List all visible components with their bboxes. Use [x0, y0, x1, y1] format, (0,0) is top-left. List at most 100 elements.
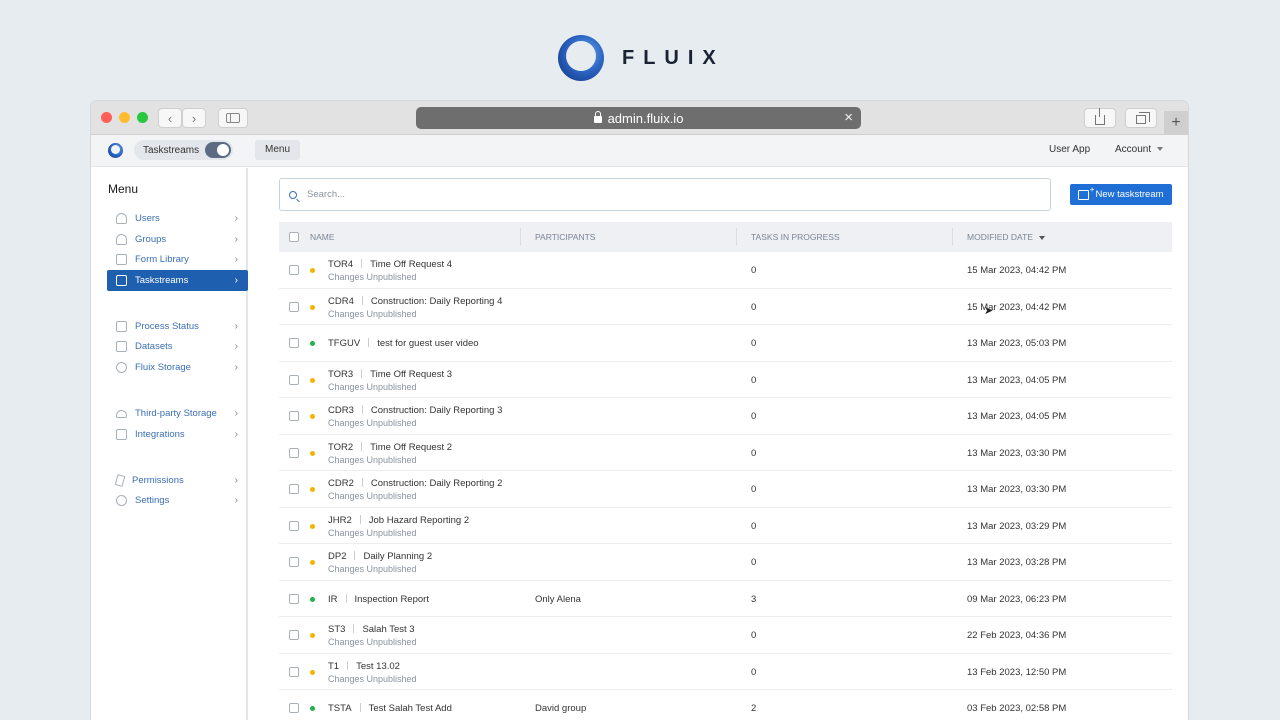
table-row[interactable]: TOR4 Time Off Request 4 Changes Unpublish… — [279, 252, 1172, 289]
search-input[interactable]: Search... — [279, 178, 1051, 211]
taskstream-code: TOR4 — [328, 259, 354, 270]
toggle-switch[interactable] — [205, 142, 231, 158]
close-window-button[interactable] — [101, 112, 112, 123]
taskstream-name-cell[interactable]: TOR4 Time Off Request 4 Changes Unpublish… — [328, 259, 452, 282]
tasks-in-progress-cell: 0 — [751, 666, 757, 678]
sidebar-item-datasets[interactable]: Datasets › — [107, 336, 248, 357]
row-checkbox[interactable] — [289, 374, 299, 385]
tab-overview-button[interactable] — [1125, 108, 1157, 128]
user-app-link[interactable]: User App — [1049, 144, 1090, 155]
sidebar-item-users[interactable]: Users › — [107, 208, 248, 229]
column-header-modified[interactable]: MODIFIED DATE — [967, 232, 1045, 242]
taskstream-name-cell[interactable]: TOR2 Time Off Request 2 Changes Unpublish… — [328, 441, 452, 465]
table-row[interactable]: CDR4 Construction: Daily Reporting 4 Chan… — [279, 289, 1172, 325]
taskstream-name-cell[interactable]: CDR4 Construction: Daily Reporting 4 Chan… — [328, 295, 502, 319]
taskstream-name-cell[interactable]: IR Inspection Report — [328, 593, 429, 605]
sidebar-item-groups[interactable]: Groups › — [107, 229, 248, 250]
table-row[interactable]: T1 Test 13.02 Changes Unpublished 0 13 Fe… — [279, 654, 1172, 690]
row-checkbox[interactable] — [289, 557, 299, 567]
taskstream-code: JHR2 — [328, 514, 352, 526]
minimize-window-button[interactable] — [119, 112, 130, 123]
select-all-checkbox[interactable] — [289, 232, 299, 242]
maximize-window-button[interactable] — [137, 112, 148, 123]
row-checkbox[interactable] — [289, 520, 299, 531]
table-row[interactable]: TOR2 Time Off Request 2 Changes Unpublish… — [279, 435, 1172, 471]
taskstream-status-text: Changes Unpublished — [328, 381, 417, 392]
sidebar-toggle-button[interactable] — [218, 108, 248, 128]
table-row[interactable]: CDR2 Construction: Daily Reporting 2 Chan… — [279, 471, 1172, 508]
taskstream-name-cell[interactable]: DP2 Daily Planning 2 Changes Unpublished — [328, 551, 432, 574]
account-menu[interactable]: Account — [1115, 144, 1164, 155]
row-checkbox[interactable] — [289, 703, 299, 713]
menu-button[interactable]: Menu — [255, 140, 301, 160]
row-checkbox[interactable] — [289, 411, 299, 421]
sidebar-item-process-status[interactable]: Process Status › — [107, 316, 248, 337]
table-row[interactable]: CDR3 Construction: Daily Reporting 3 Chan… — [279, 398, 1172, 435]
table-row[interactable]: DP2 Daily Planning 2 Changes Unpublished … — [279, 544, 1172, 581]
chevron-right-icon: › — [234, 362, 238, 373]
row-checkbox[interactable] — [289, 265, 299, 275]
fluix-logo-icon[interactable] — [108, 143, 123, 158]
new-tab-button[interactable]: + — [1164, 111, 1188, 135]
chevron-right-icon: › — [234, 321, 238, 332]
share-icon — [1095, 108, 1105, 125]
table-header: NAME PARTICIPANTS TASKS IN PROGRESS MODI… — [279, 222, 1172, 252]
sidebar-item-fluix-storage[interactable]: Fluix Storage › — [107, 357, 248, 378]
table-row[interactable]: TOR3 Time Off Request 3 Changes Unpublish… — [279, 362, 1172, 398]
taskstream-name-cell[interactable]: CDR2 Construction: Daily Reporting 2 Chan… — [328, 478, 502, 501]
sidebar-item-taskstreams[interactable]: Taskstreams › — [107, 270, 248, 291]
user-icon — [116, 213, 127, 224]
taskstreams-toggle[interactable]: Taskstreams — [134, 140, 233, 160]
url-text: admin.fluix.io — [607, 110, 684, 126]
taskstream-name-cell[interactable]: TFGUV test for guest user video — [328, 338, 479, 349]
mouse-cursor-icon: ➤ — [984, 305, 994, 317]
table-row[interactable]: IR Inspection Report Only Alena 3 09 Mar … — [279, 581, 1172, 617]
taskstream-status-text: Changes Unpublished — [328, 673, 417, 684]
table-row[interactable]: TFGUV test for guest user video 0 13 Mar … — [279, 325, 1172, 362]
taskstream-code: TOR3 — [328, 368, 354, 380]
table-row[interactable]: JHR2 Job Hazard Reporting 2 Changes Unpub… — [279, 508, 1172, 544]
status-dot — [310, 523, 315, 529]
row-checkbox[interactable] — [289, 301, 299, 312]
column-header-name[interactable]: NAME — [310, 232, 335, 242]
column-header-participants[interactable]: PARTICIPANTS — [535, 232, 595, 242]
sidebar-item-settings[interactable]: Settings › — [107, 490, 248, 511]
tasks-in-progress-cell: 0 — [751, 338, 757, 349]
taskstream-name-cell[interactable]: TOR3 Time Off Request 3 Changes Unpublish… — [328, 368, 452, 392]
new-taskstream-button[interactable]: New taskstream — [1070, 184, 1172, 205]
sort-desc-icon — [1038, 235, 1045, 240]
sidebar-item-permissions[interactable]: Permissions › — [107, 470, 248, 491]
modified-date-cell: 22 Feb 2023, 04:36 PM — [967, 630, 1067, 641]
tasks-in-progress-cell: 0 — [751, 484, 757, 495]
table-row[interactable]: ST3 Salah Test 3 Changes Unpublished 0 22… — [279, 617, 1172, 654]
back-button[interactable]: ‹ — [158, 108, 182, 128]
table-row[interactable]: TSTA Test Salah Test Add David group 2 03… — [279, 690, 1172, 720]
address-bar[interactable]: admin.fluix.io × — [416, 107, 861, 129]
close-icon[interactable]: × — [844, 109, 853, 126]
taskstream-name-cell[interactable]: TSTA Test Salah Test Add — [328, 703, 452, 714]
forward-button[interactable]: › — [182, 108, 206, 128]
row-checkbox[interactable] — [289, 484, 299, 494]
row-checkbox[interactable] — [289, 338, 299, 348]
sidebar-item-third-party-storage[interactable]: Third-party Storage › — [107, 403, 248, 424]
taskstream-name-cell[interactable]: ST3 Salah Test 3 Changes Unpublished — [328, 624, 417, 647]
column-header-tasks[interactable]: TASKS IN PROGRESS — [751, 232, 840, 242]
row-checkbox[interactable] — [289, 666, 299, 677]
row-checkbox[interactable] — [289, 447, 299, 458]
taskstream-title: Test Salah Test Add — [368, 703, 452, 714]
tasks-in-progress-cell: 0 — [751, 301, 757, 313]
sidebar-item-integrations[interactable]: Integrations › — [107, 424, 248, 445]
status-dot — [310, 706, 315, 711]
taskstream-name-cell[interactable]: T1 Test 13.02 Changes Unpublished — [328, 660, 417, 684]
row-checkbox[interactable] — [289, 593, 299, 604]
sidebar-item-form-library[interactable]: Form Library › — [107, 249, 248, 270]
status-dot — [310, 487, 315, 492]
row-checkbox[interactable] — [289, 630, 299, 640]
taskstream-name-cell[interactable]: JHR2 Job Hazard Reporting 2 Changes Unpub… — [328, 514, 469, 538]
taskstream-title: Test 13.02 — [356, 660, 400, 672]
taskstream-name-cell[interactable]: CDR3 Construction: Daily Reporting 3 Chan… — [328, 405, 502, 428]
taskstream-code: TFGUV — [328, 338, 361, 349]
tabs-icon — [1136, 111, 1150, 124]
share-button[interactable] — [1084, 108, 1116, 128]
permissions-icon — [114, 474, 126, 487]
